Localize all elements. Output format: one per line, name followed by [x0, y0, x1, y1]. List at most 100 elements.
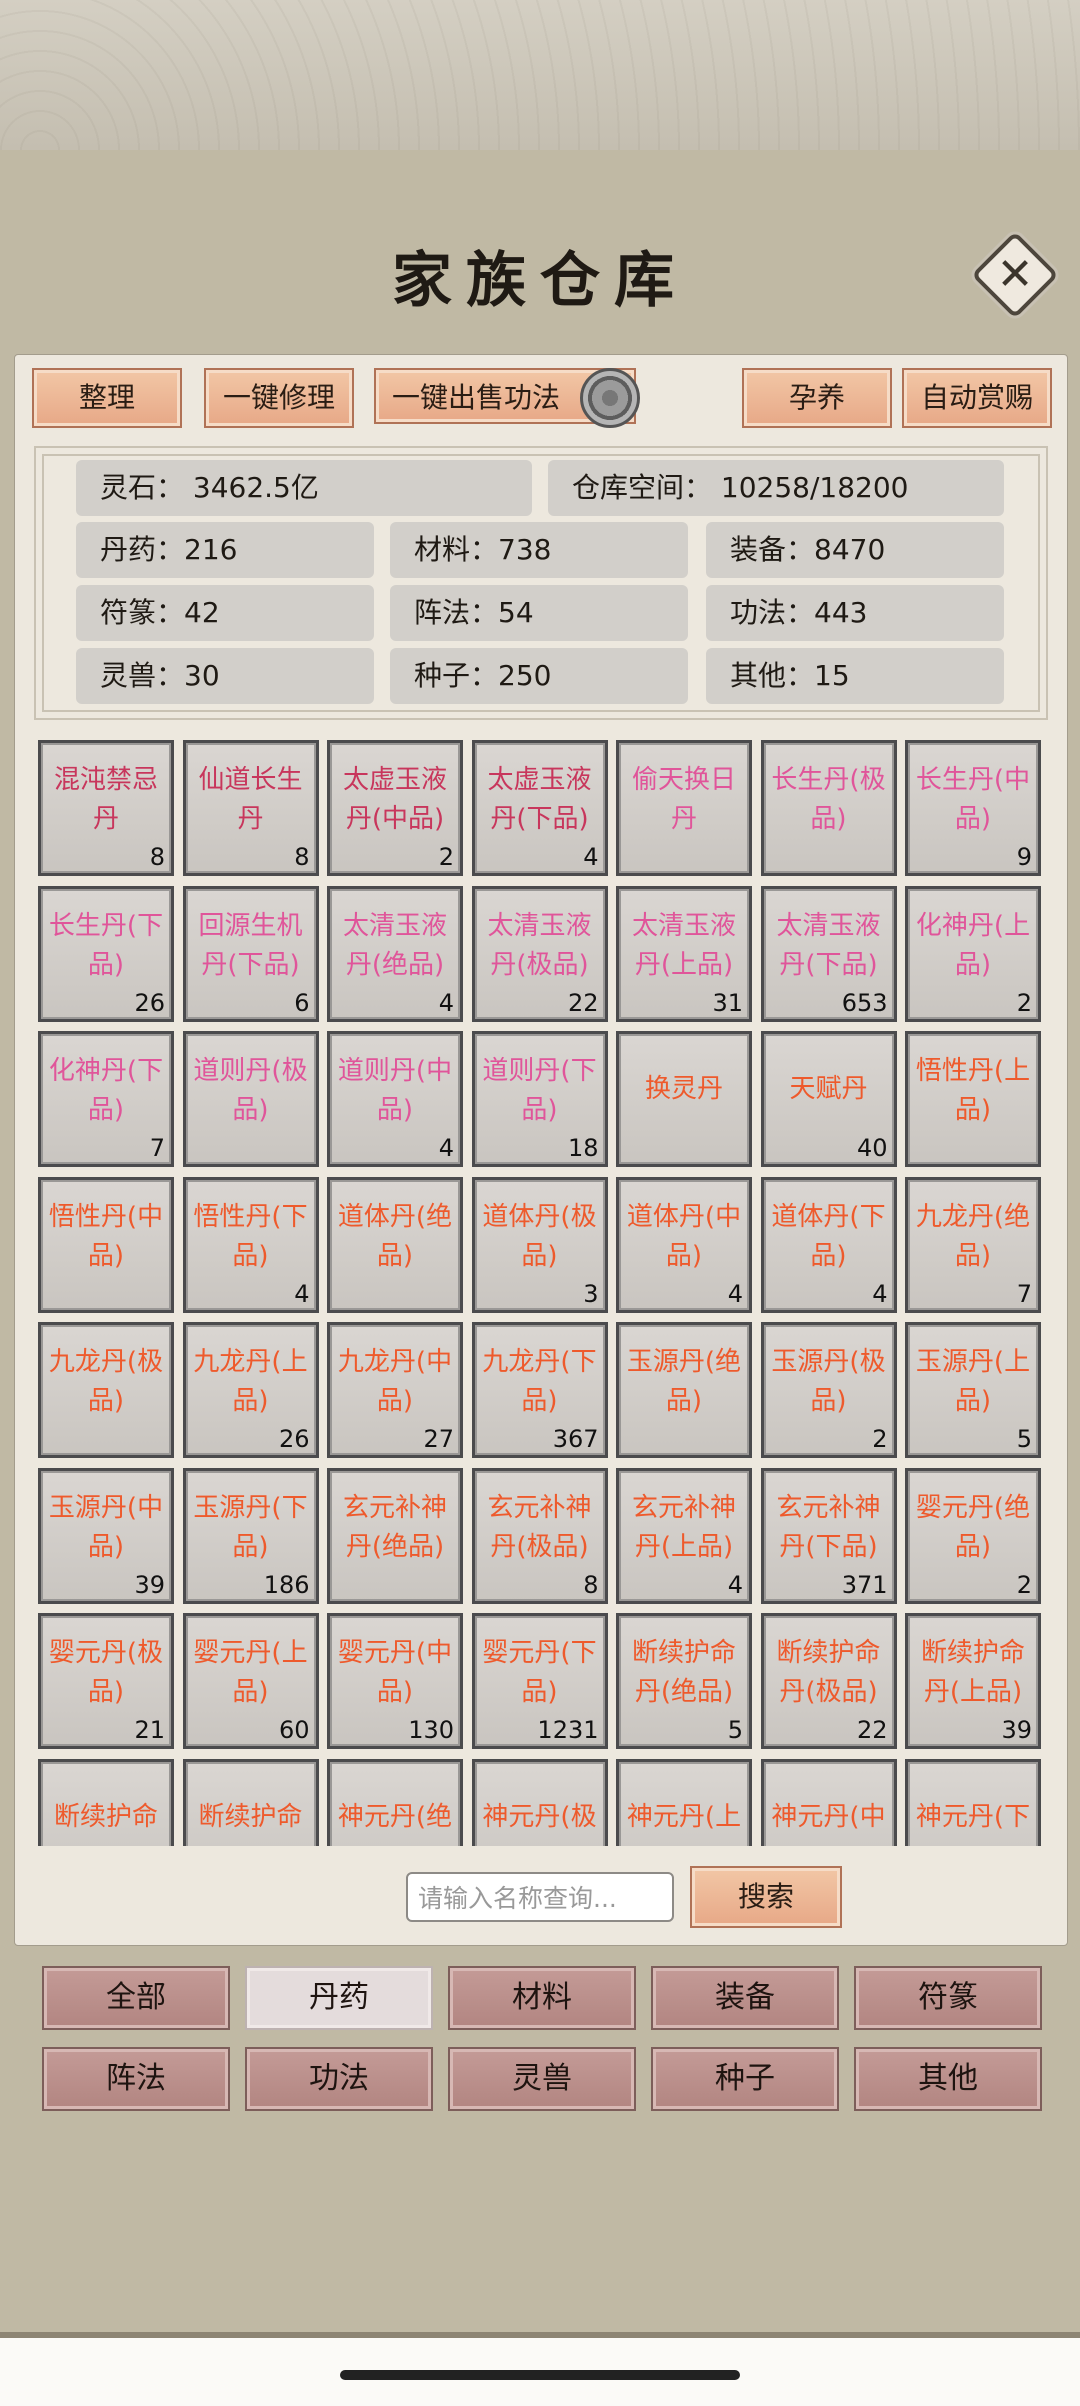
- item-slot[interactable]: 化神丹(下 品) 7: [38, 1031, 174, 1167]
- tab-category[interactable]: 其他: [854, 2047, 1042, 2111]
- tab-category[interactable]: 功法: [245, 2047, 433, 2111]
- item-name: 道则丹(中 品): [334, 1052, 456, 1130]
- item-slot[interactable]: 断续护命 丹(极品) 22: [760, 1613, 897, 1749]
- item-name-line2: 丹(绝品): [345, 1531, 445, 1562]
- item-name: 婴元丹(下 品): [479, 1634, 601, 1712]
- item-slot[interactable]: 道则丹(极 品): [182, 1031, 319, 1167]
- item-name: 悟性丹(下 品): [190, 1198, 312, 1276]
- item-name-line2: 丹: [92, 804, 119, 834]
- item-slot[interactable]: 回源生机 丹(下品) 6: [182, 885, 319, 1022]
- item-slot[interactable]: 道则丹(中 品) 4: [327, 1031, 463, 1167]
- item-slot[interactable]: 神元丹(上: [616, 1758, 752, 1846]
- item-slot[interactable]: 九龙丹(下 品) 367: [471, 1322, 608, 1458]
- item-slot[interactable]: 化神丹(上 品) 2: [905, 885, 1041, 1022]
- item-name-line1: 九龙丹(上: [193, 1347, 308, 1377]
- item-slot[interactable]: 偷天换日丹: [616, 740, 752, 876]
- item-count: 2: [438, 843, 454, 871]
- tab-category[interactable]: 种子: [651, 2047, 839, 2111]
- item-count: 367: [552, 1425, 599, 1453]
- spirit-stone-stat: 灵石： 3462.5亿: [76, 460, 532, 516]
- item-slot[interactable]: 悟性丹(上 品): [905, 1031, 1041, 1167]
- search-input[interactable]: 请输入名称查询...: [406, 1872, 674, 1922]
- tab-category[interactable]: 全部: [42, 1966, 230, 2030]
- item-slot[interactable]: 玄元补神 丹(下品) 371: [760, 1467, 897, 1604]
- item-count: 26: [134, 988, 165, 1017]
- item-name-line1: 断续护命: [53, 1801, 158, 1832]
- item-name-line1: 婴元丹(上: [193, 1638, 308, 1668]
- item-slot[interactable]: 道体丹(中 品) 4: [616, 1176, 752, 1313]
- item-slot[interactable]: 玄元补神 丹(上品) 4: [616, 1467, 752, 1604]
- item-slot[interactable]: 玉源丹(下 品) 186: [182, 1467, 319, 1604]
- item-count: 7: [149, 1134, 165, 1162]
- item-slot[interactable]: 道则丹(下 品) 18: [471, 1031, 608, 1167]
- item-slot[interactable]: 玉源丹(绝 品): [616, 1322, 752, 1458]
- item-slot[interactable]: 太清玉液 丹(下品) 653: [760, 885, 897, 1022]
- item-slot[interactable]: 玄元补神 丹(极品) 8: [471, 1467, 608, 1604]
- item-slot[interactable]: 太虚玉液 丹(下品) 4: [471, 740, 608, 876]
- item-name-line2: 品): [232, 1240, 269, 1271]
- item-slot[interactable]: 长生丹(极 品): [760, 740, 897, 876]
- item-slot[interactable]: 换灵丹: [616, 1031, 752, 1167]
- item-slot[interactable]: 九龙丹(极 品): [38, 1322, 174, 1458]
- item-slot[interactable]: 神元丹(中: [760, 1758, 897, 1846]
- item-slot[interactable]: 太清玉液 丹(上品) 31: [616, 885, 752, 1022]
- item-name-line1: 婴元丹(绝: [915, 1492, 1031, 1523]
- nurture-button[interactable]: 孕养: [742, 368, 892, 428]
- repair-all-button[interactable]: 一键修理: [204, 368, 354, 428]
- item-slot[interactable]: 太清玉液 丹(极品) 22: [471, 885, 608, 1022]
- tab-category[interactable]: 阵法: [42, 2047, 230, 2111]
- auto-reward-button[interactable]: 自动赏赐: [902, 368, 1052, 428]
- item-slot[interactable]: 婴元丹(上 品) 60: [182, 1613, 319, 1749]
- tab-category[interactable]: 装备: [651, 1966, 839, 2030]
- item-slot[interactable]: 道体丹(下 品) 4: [760, 1176, 897, 1313]
- item-slot[interactable]: 婴元丹(极 品) 21: [38, 1613, 174, 1749]
- item-slot[interactable]: 悟性丹(下 品) 4: [182, 1176, 319, 1313]
- item-slot[interactable]: 悟性丹(中 品): [38, 1176, 174, 1313]
- item-slot[interactable]: 断续护命: [38, 1758, 174, 1846]
- item-name-line1: 太清玉液: [487, 910, 592, 941]
- item-count: 31: [712, 988, 743, 1017]
- item-slot[interactable]: 神元丹(下: [905, 1758, 1041, 1846]
- item-slot[interactable]: 长生丹(下 品) 26: [38, 885, 174, 1022]
- item-slot[interactable]: 玉源丹(上 品) 5: [905, 1322, 1041, 1458]
- gear-icon[interactable]: [580, 368, 640, 428]
- item-slot[interactable]: 九龙丹(中 品) 27: [327, 1322, 463, 1458]
- tab-category[interactable]: 灵兽: [448, 2047, 636, 2111]
- item-slot[interactable]: 道体丹(绝 品): [327, 1176, 463, 1313]
- item-count: 22: [567, 988, 599, 1017]
- item-slot[interactable]: 婴元丹(下 品) 1231: [471, 1613, 608, 1749]
- item-slot[interactable]: 九龙丹(上 品) 26: [182, 1322, 319, 1458]
- item-slot[interactable]: 断续护命 丹(上品) 39: [905, 1613, 1041, 1749]
- item-slot[interactable]: 断续护命 丹(绝品) 5: [616, 1613, 752, 1749]
- item-name: 九龙丹(中 品): [334, 1343, 456, 1421]
- item-slot[interactable]: 道体丹(极 品) 3: [471, 1176, 608, 1313]
- item-slot[interactable]: 神元丹(极: [471, 1758, 608, 1846]
- item-name-line1: 太虚玉液: [342, 765, 447, 795]
- item-slot[interactable]: 长生丹(中 品) 9: [905, 740, 1041, 876]
- search-button[interactable]: 搜索: [690, 1866, 842, 1928]
- sort-button[interactable]: 整理: [32, 368, 182, 428]
- item-slot[interactable]: 婴元丹(绝 品) 2: [905, 1467, 1041, 1604]
- item-slot[interactable]: 天赋丹 40: [760, 1031, 897, 1167]
- item-slot[interactable]: 断续护命: [182, 1758, 319, 1846]
- tab-category[interactable]: 材料: [448, 1966, 636, 2030]
- tab-category[interactable]: 符篆: [854, 1966, 1042, 2030]
- materials-stat: 材料：738: [390, 522, 688, 578]
- item-slot[interactable]: 婴元丹(中 品) 130: [327, 1613, 463, 1749]
- item-name: 玄元补神 丹(上品): [623, 1489, 745, 1567]
- item-slot[interactable]: 九龙丹(绝 品) 7: [905, 1176, 1041, 1313]
- item-slot[interactable]: 玉源丹(中 品) 39: [38, 1467, 174, 1604]
- item-slot[interactable]: 玄元补神 丹(绝品): [327, 1467, 463, 1604]
- item-slot[interactable]: 仙道长生丹 8: [182, 740, 319, 876]
- item-slot[interactable]: 太虚玉液 丹(中品) 2: [327, 740, 463, 876]
- item-slot[interactable]: 太清玉液 丹(绝品) 4: [327, 885, 463, 1022]
- home-indicator[interactable]: [340, 2370, 740, 2380]
- item-count: 21: [134, 1716, 165, 1744]
- item-slot[interactable]: 神元丹(绝: [327, 1758, 463, 1846]
- item-name-line2: 品): [376, 1677, 414, 1707]
- item-slot[interactable]: 玉源丹(极 品) 2: [760, 1322, 897, 1458]
- tab-category[interactable]: 丹药: [245, 1966, 433, 2030]
- item-name-line2: 品): [87, 1240, 125, 1271]
- item-grid: 混沌禁忌丹 8 仙道长生丹 8 太虚玉液 丹(中品) 2 太虚玉液 丹(下品) 4 偷天换日丹长生丹…: [30, 740, 1048, 1846]
- item-slot[interactable]: 混沌禁忌丹 8: [38, 740, 174, 876]
